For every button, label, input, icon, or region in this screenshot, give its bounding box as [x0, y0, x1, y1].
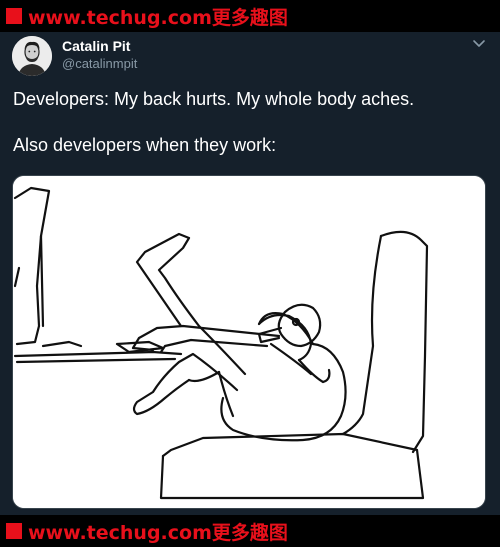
tweet-card: Catalin Pit @catalinmpit Developers: My …: [0, 32, 500, 515]
tweet-media-image[interactable]: [12, 175, 486, 509]
developer-drawing-icon: [13, 176, 485, 508]
watermark-banner-bottom: www.techug.com更多趣图: [0, 515, 500, 547]
watermark-text: www.techug.com更多趣图: [28, 521, 288, 544]
avatar[interactable]: [12, 36, 52, 76]
author-handle[interactable]: @catalinmpit: [62, 55, 137, 72]
red-square-icon: [6, 8, 22, 24]
red-square-icon: [6, 523, 22, 539]
tweet-line: Developers: My back hurts. My whole body…: [13, 89, 415, 109]
tweet-line: Also developers when they work:: [13, 135, 277, 155]
avatar-portrait-icon: [12, 36, 52, 76]
author-name[interactable]: Catalin Pit: [62, 38, 137, 55]
chevron-down-icon[interactable]: [472, 38, 486, 48]
watermark-text: www.techug.com更多趣图: [28, 6, 288, 29]
watermark-banner-top: www.techug.com更多趣图: [0, 0, 500, 32]
tweet-author[interactable]: Catalin Pit @catalinmpit: [62, 38, 137, 72]
tweet-body: Developers: My back hurts. My whole body…: [13, 88, 483, 157]
